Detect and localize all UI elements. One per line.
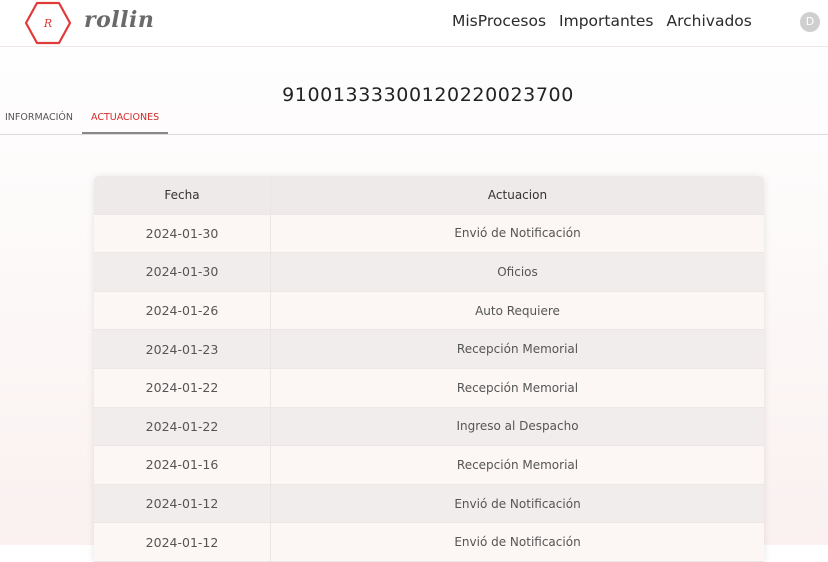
cell-actuacion: Envió de Notificación [454,496,581,511]
avatar[interactable]: D [800,12,820,32]
brand-name[interactable]: rollin [84,7,154,33]
cell-actuacion: Recepción Memorial [456,457,579,472]
cell-fecha: 2024-01-22 [94,407,271,446]
table-row[interactable]: 2024-01-12 Envió de Notificación [94,484,764,524]
cell-fecha: 2024-01-22 [94,368,271,407]
nav-archivados[interactable]: Archivados [667,12,752,30]
table-row[interactable]: 2024-01-30 Envió de Notificación [94,214,764,254]
table-row[interactable]: 2024-01-23 Recepción Memorial [94,330,764,369]
table-row[interactable]: 2024-01-12 Envió de Notificación [94,523,764,562]
cell-fecha: 2024-01-16 [94,446,271,484]
table-row[interactable]: 2024-01-26 Auto Requiere [94,291,764,331]
column-header-actuacion[interactable]: Actuacion [271,176,764,214]
table-row[interactable]: 2024-01-30 Oficios [94,253,764,292]
table-row[interactable]: 2024-01-22 Recepción Memorial [94,368,764,408]
logo-hexagon-icon[interactable]: R [25,1,71,45]
cell-actuacion: Envió de Notificación [454,535,581,550]
tab-bar: INFORMACIÓN ACTUACIONES [0,104,828,135]
cell-actuacion: Ingreso al Despacho [456,419,579,434]
actuaciones-table: Fecha Actuacion 2024-01-30 Envió de Noti… [94,176,764,562]
nav-importantes[interactable]: Importantes [559,12,653,30]
cell-actuacion: Envió de Notificación [454,226,581,241]
logo-letter: R [43,17,52,30]
table-row[interactable]: 2024-01-22 Ingreso al Despacho [94,407,764,447]
cell-actuacion: Recepción Memorial [456,342,579,357]
cell-actuacion: Oficios [497,264,538,279]
cell-fecha: 2024-01-12 [94,523,271,561]
cell-actuacion: Auto Requiere [475,303,560,318]
cell-fecha: 2024-01-26 [94,291,271,330]
cell-actuacion: Recepción Memorial [456,380,579,395]
table-row[interactable]: 2024-01-16 Recepción Memorial [94,446,764,485]
nav-mis-procesos[interactable]: MisProcesos [452,12,546,30]
cell-fecha: 2024-01-30 [94,214,271,253]
table-header-row: Fecha Actuacion [94,176,764,215]
main-nav: MisProcesos Importantes Archivados [452,12,752,30]
top-header: R rollin MisProcesos Importantes Archiva… [0,0,828,47]
tab-actuaciones[interactable]: ACTUACIONES [82,104,169,134]
cell-fecha: 2024-01-12 [94,484,271,523]
tab-informacion[interactable]: INFORMACIÓN [0,104,82,132]
column-header-fecha[interactable]: Fecha [94,176,271,214]
cell-fecha: 2024-01-23 [94,330,271,368]
cell-fecha: 2024-01-30 [94,253,271,291]
page-title: 91001333300120220023700 [282,84,574,106]
